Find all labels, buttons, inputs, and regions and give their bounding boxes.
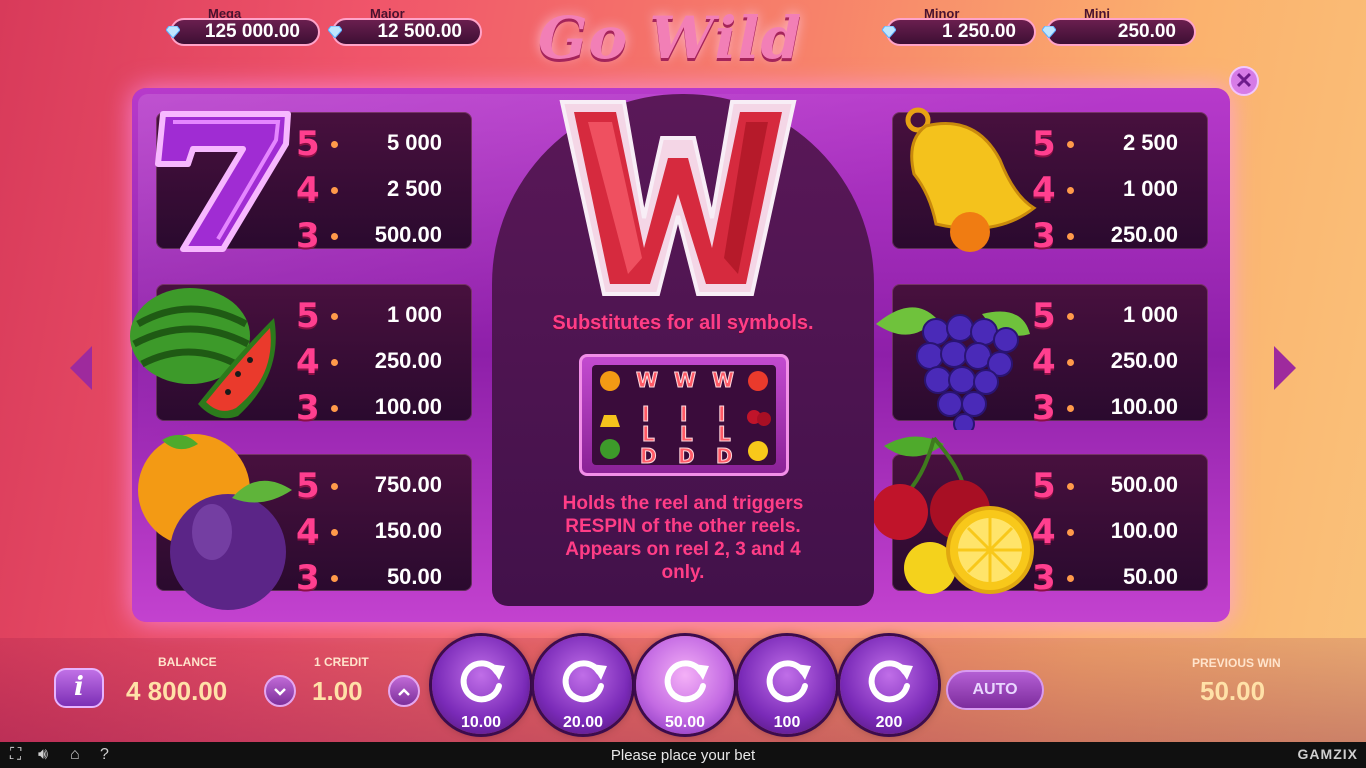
pay-row: 51 000 (296, 296, 442, 336)
spin-arrow-icon (562, 660, 607, 703)
brand-logo: GAMZIX (1297, 746, 1358, 762)
pay-row: 3 100.00 (296, 388, 442, 428)
status-message: Please place your bet (610, 747, 756, 764)
credit-label: 1 CREDIT (314, 655, 369, 669)
spin-arrow-icon (868, 660, 913, 703)
bet-amount: 20.00 (562, 714, 604, 731)
pay-row: 51 000 (1032, 296, 1178, 336)
wild-desc-line: only. (661, 562, 705, 583)
pay-row: 4 250.00 (296, 342, 442, 382)
orange-plum-icon (138, 434, 292, 610)
wild-desc-line: Holds the reel and triggers (562, 493, 804, 514)
status-bar: ⛶ 🔊︎ ⌂ ? Please place your bet GAMZIX (0, 742, 1366, 768)
prev-page-arrow-icon[interactable] (70, 346, 92, 390)
pay-row: 4 250.00 (1032, 342, 1178, 382)
pay-row: 55 000 (296, 124, 442, 164)
grapes-icon (876, 307, 1030, 430)
svg-text:W: W (636, 368, 658, 392)
pay-row: 52 500 (1032, 124, 1178, 164)
diamond-icon (1042, 26, 1056, 38)
pay-row: 5 750.00 (296, 466, 442, 506)
pay-row: 3 50.00 (1032, 558, 1178, 598)
chevron-up-icon (398, 688, 410, 696)
pay-row: 41 000 (1032, 170, 1178, 210)
bell-icon (905, 107, 1037, 252)
reels-example-icon: WILD WILD WILD (600, 368, 771, 469)
jackpot-minor-value: 1 250.00 (886, 18, 1036, 46)
previous-win-label: PREVIOUS WIN (1192, 656, 1281, 670)
spin-arrow-icon (664, 660, 709, 703)
seven-icon (155, 111, 291, 252)
chevron-down-icon (274, 688, 286, 696)
wild-example-reels: WILD WILD WILD (579, 354, 789, 476)
svg-text:D: D (716, 444, 733, 465)
diamond-icon (882, 26, 896, 38)
watermelon-icon (130, 288, 276, 419)
spin-arrow-icon (766, 660, 811, 703)
svg-text:L: L (680, 422, 693, 446)
pay-row: 3 50.00 (296, 558, 442, 598)
svg-text:W: W (674, 368, 696, 392)
svg-text:L: L (642, 422, 655, 446)
svg-text:W: W (712, 368, 734, 392)
balance-label: BALANCE (158, 655, 217, 669)
wild-substitutes-text: Substitutes for all symbols. (552, 312, 814, 334)
bet-button[interactable]: 20.00 (534, 636, 632, 734)
jackpot-mini: Mini 250.00 (1042, 6, 1196, 50)
cherry-lemon-icon (872, 436, 1034, 594)
jackpot-minor: Minor 1 250.00 (882, 6, 1036, 50)
bet-button[interactable]: 200 (840, 636, 938, 734)
close-icon[interactable]: ✕ (1229, 66, 1259, 96)
credit-decrease-button[interactable] (264, 675, 296, 707)
balance-value: 4 800.00 (126, 676, 228, 706)
bet-button[interactable]: 50.00 (636, 636, 734, 734)
bet-button[interactable]: 100 (738, 636, 836, 734)
pay-row: 3 250.00 (1032, 216, 1178, 256)
spin-arrow-icon (460, 660, 505, 703)
svg-text:L: L (718, 422, 731, 446)
info-button[interactable]: i (54, 668, 104, 708)
bet-button[interactable]: 10.00 (432, 636, 530, 734)
jackpot-mega: Mega 125 000.00 (166, 6, 320, 50)
pay-row: 4 150.00 (296, 512, 442, 552)
auto-button[interactable]: AUTO (946, 670, 1044, 710)
wild-description: Holds the reel and triggers RESPIN of th… (492, 492, 874, 584)
bet-amount: 100 (773, 714, 801, 731)
bet-amount: 10.00 (460, 714, 502, 731)
pay-row: 3 100.00 (1032, 388, 1178, 428)
diamond-icon (166, 26, 180, 38)
bet-amount: 50.00 (664, 714, 706, 731)
game-logo: Go Wild (538, 4, 803, 72)
jackpot-major: Major 12 500.00 (328, 6, 482, 50)
pay-row: 3 500.00 (296, 216, 442, 256)
pay-row: 42 500 (296, 170, 442, 210)
wild-desc-line: RESPIN of the other reels. (565, 516, 801, 537)
jackpot-mini-value: 250.00 (1046, 18, 1196, 46)
svg-text:D: D (640, 444, 657, 465)
wild-desc-line: Appears on reel 2, 3 and 4 (565, 539, 801, 560)
previous-win-value: 50.00 (1200, 676, 1266, 706)
credit-value: 1.00 (312, 676, 363, 706)
svg-text:D: D (678, 444, 695, 465)
diamond-icon (328, 26, 342, 38)
wild-symbol-icon (559, 100, 797, 296)
next-page-arrow-icon[interactable] (1274, 346, 1296, 390)
jackpot-major-value: 12 500.00 (332, 18, 482, 46)
pay-row: 5 500.00 (1032, 466, 1178, 506)
credit-increase-button[interactable] (388, 675, 420, 707)
bet-amount: 200 (875, 714, 903, 731)
pay-row: 4 100.00 (1032, 512, 1178, 552)
jackpot-mega-value: 125 000.00 (170, 18, 320, 46)
